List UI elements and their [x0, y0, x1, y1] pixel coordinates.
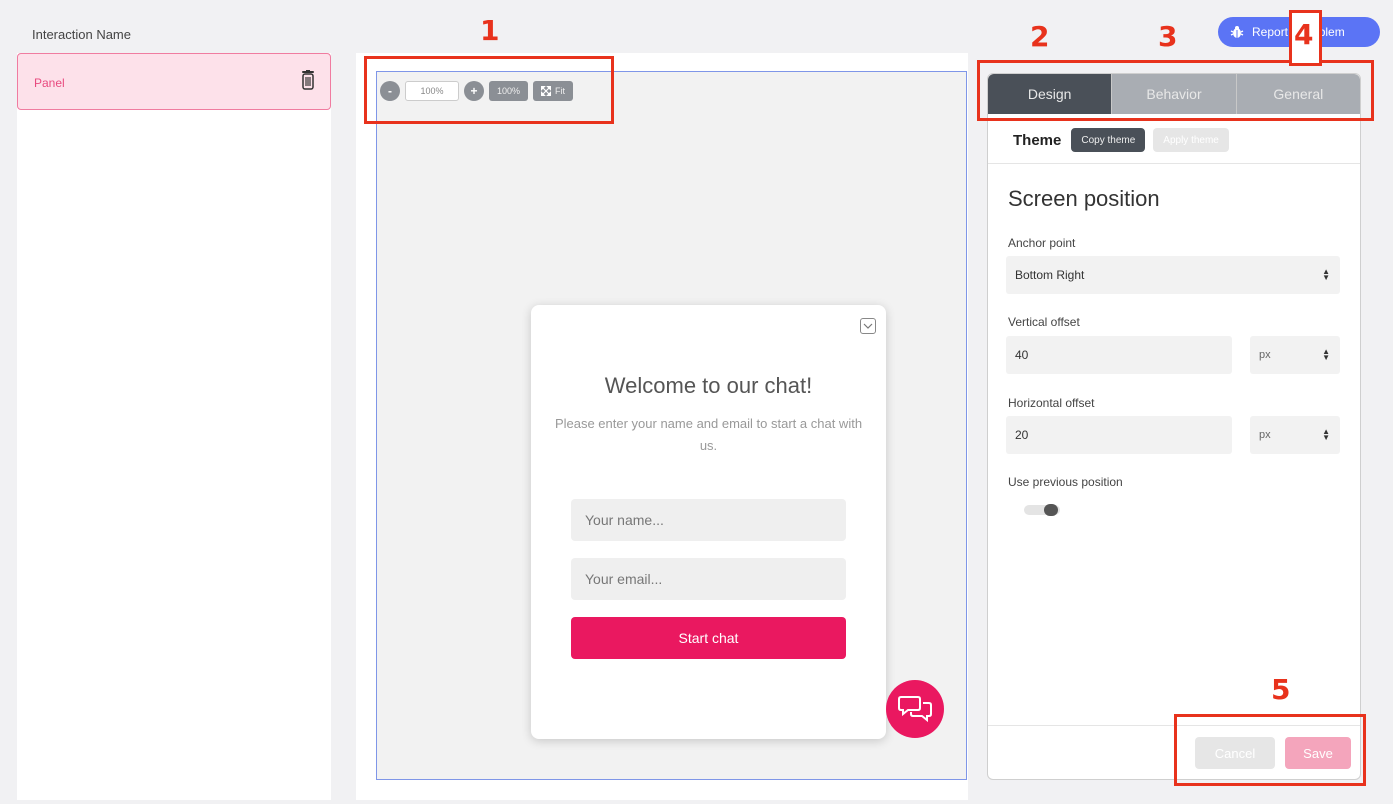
theme-row: Theme Copy theme Apply theme	[1013, 127, 1229, 153]
anchor-point-label: Anchor point	[1008, 236, 1076, 250]
annotation-number-4: 4	[1294, 18, 1314, 51]
chevron-down-icon	[863, 323, 873, 329]
select-arrows-icon: ▲ ▼	[1322, 347, 1330, 362]
vertical-offset-label: Vertical offset	[1008, 315, 1080, 329]
start-chat-button[interactable]: Start chat	[571, 617, 846, 659]
anchor-point-value: Bottom Right	[1015, 268, 1085, 282]
select-arrows-icon: ▲ ▼	[1322, 267, 1330, 282]
annotation-number-2: 2	[1030, 20, 1050, 53]
toggle-knob	[1044, 504, 1058, 516]
interaction-item-panel[interactable]: Panel	[17, 53, 331, 110]
interaction-item-label: Panel	[34, 76, 65, 90]
apply-theme-button[interactable]: Apply theme	[1153, 128, 1229, 152]
annotation-number-5: 5	[1271, 673, 1291, 706]
vertical-unit-select[interactable]: px ▲ ▼	[1250, 336, 1340, 374]
horizontal-unit-select[interactable]: px ▲ ▼	[1250, 416, 1340, 454]
horizontal-unit-value: px	[1259, 429, 1271, 441]
theme-divider	[988, 163, 1360, 164]
chat-name-field[interactable]: Your name...	[571, 499, 846, 541]
vertical-offset-input[interactable]: 40	[1006, 336, 1232, 374]
chat-email-field[interactable]: Your email...	[571, 558, 846, 600]
anchor-point-select[interactable]: Bottom Right ▲ ▼	[1006, 256, 1340, 294]
use-previous-position-label: Use previous position	[1008, 475, 1123, 489]
bug-icon	[1230, 26, 1244, 38]
chat-launcher-button[interactable]	[886, 680, 944, 738]
chat-bubbles-icon	[898, 696, 932, 723]
use-previous-position-toggle[interactable]	[1024, 503, 1062, 517]
horizontal-offset-input[interactable]: 20	[1006, 416, 1232, 454]
annotation-number-3: 3	[1158, 20, 1178, 53]
chat-welcome-title: Welcome to our chat!	[604, 373, 813, 398]
screen-position-heading: Screen position	[1008, 186, 1160, 211]
horizontal-offset-label: Horizontal offset	[1008, 396, 1095, 410]
vertical-unit-value: px	[1259, 349, 1271, 361]
interaction-list: Panel	[17, 53, 331, 800]
annotation-box-5	[1174, 714, 1366, 786]
chat-widget-preview: Welcome to our chat! Please enter your n…	[531, 305, 886, 739]
collapse-chat-button[interactable]	[860, 318, 876, 334]
chat-welcome-subtitle: Please enter your name and email to star…	[554, 416, 863, 453]
annotation-number-1: 1	[480, 14, 500, 47]
select-arrows-icon: ▲ ▼	[1322, 427, 1330, 442]
interaction-name-header: Interaction Name	[32, 27, 131, 42]
trash-icon[interactable]	[300, 70, 316, 90]
annotation-box-2-3	[977, 60, 1374, 121]
theme-label: Theme	[1013, 131, 1062, 149]
copy-theme-button[interactable]: Copy theme	[1071, 128, 1146, 152]
annotation-box-1	[364, 56, 614, 124]
